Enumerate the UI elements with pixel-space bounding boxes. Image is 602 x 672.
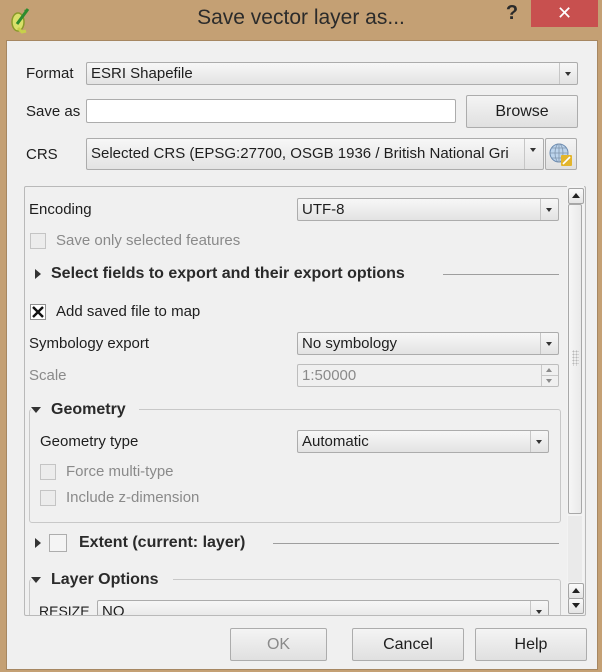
scroll-thumb[interactable] bbox=[568, 204, 582, 514]
encoding-label: Encoding bbox=[29, 201, 92, 218]
spin-up-icon[interactable] bbox=[541, 365, 558, 376]
extent-checkbox[interactable] bbox=[49, 534, 67, 552]
force-multi-checkbox[interactable] bbox=[40, 464, 56, 480]
select-fields-section[interactable]: Select fields to export and their export… bbox=[51, 265, 405, 283]
spin-down-icon[interactable] bbox=[541, 376, 558, 386]
include-z-checkbox[interactable] bbox=[40, 490, 56, 506]
globe-edit-icon bbox=[549, 143, 572, 166]
title-bar: Save vector layer as... ? ✕ bbox=[0, 0, 602, 40]
vertical-scrollbar[interactable] bbox=[567, 186, 584, 614]
divider bbox=[273, 543, 559, 544]
save-selected-checkbox[interactable] bbox=[30, 233, 46, 249]
add-to-map-label: Add saved file to map bbox=[56, 303, 201, 320]
scroll-track[interactable] bbox=[568, 516, 582, 582]
chevron-down-icon bbox=[530, 601, 548, 615]
dialog-body: Format ESRI Shapefile Save as Browse CRS… bbox=[6, 40, 598, 670]
include-z-label: Include z-dimension bbox=[66, 489, 200, 506]
check-x-icon bbox=[32, 306, 44, 318]
geometry-type-label: Geometry type bbox=[40, 433, 139, 450]
add-to-map-checkbox[interactable] bbox=[30, 304, 46, 320]
collapse-arrow-icon[interactable] bbox=[31, 577, 41, 583]
scale-label: Scale bbox=[29, 367, 67, 384]
scroll-up-button[interactable] bbox=[568, 188, 584, 204]
crs-combo[interactable]: Selected CRS (EPSG:27700, OSGB 1936 / Br… bbox=[86, 138, 544, 170]
encoding-combo[interactable]: UTF-8 bbox=[297, 198, 559, 221]
expand-arrow-icon[interactable] bbox=[35, 269, 41, 279]
close-button[interactable]: ✕ bbox=[531, 0, 598, 27]
expand-arrow-icon[interactable] bbox=[35, 538, 41, 548]
ok-button[interactable]: OK bbox=[230, 628, 327, 661]
browse-button[interactable]: Browse bbox=[466, 95, 578, 128]
resize-label: RESIZE bbox=[39, 603, 90, 616]
scale-value: 1:50000 bbox=[302, 367, 357, 384]
options-scroll-area: Encoding UTF-8 Save only selected featur… bbox=[24, 186, 586, 616]
grip-icon bbox=[572, 350, 579, 366]
scroll-up-button-bottom[interactable] bbox=[568, 583, 584, 599]
encoding-value: UTF-8 bbox=[302, 201, 345, 218]
format-label: Format bbox=[26, 65, 74, 82]
crs-label: CRS bbox=[26, 146, 58, 163]
chevron-down-icon bbox=[540, 333, 558, 354]
cancel-button[interactable]: Cancel bbox=[352, 628, 464, 661]
layer-options-title[interactable]: Layer Options bbox=[51, 571, 159, 589]
resize-value: NO bbox=[102, 603, 125, 616]
chevron-down-icon bbox=[559, 63, 577, 84]
scale-spinbox[interactable]: 1:50000 bbox=[297, 364, 559, 387]
geometry-title[interactable]: Geometry bbox=[51, 401, 126, 419]
force-multi-label: Force multi-type bbox=[66, 463, 174, 480]
help-button[interactable]: Help bbox=[475, 628, 587, 661]
divider bbox=[443, 274, 559, 275]
chevron-down-icon bbox=[540, 199, 558, 220]
collapse-arrow-icon[interactable] bbox=[31, 407, 41, 413]
chevron-down-icon bbox=[524, 139, 543, 169]
crs-value: Selected CRS (EPSG:27700, OSGB 1936 / Br… bbox=[91, 145, 509, 162]
help-question-button[interactable]: ? bbox=[500, 0, 524, 26]
save-selected-label: Save only selected features bbox=[56, 232, 241, 249]
scroll-down-button[interactable] bbox=[568, 598, 584, 614]
select-crs-button[interactable] bbox=[545, 138, 577, 170]
symbology-label: Symbology export bbox=[29, 335, 150, 352]
extent-section[interactable]: Extent (current: layer) bbox=[79, 534, 245, 552]
geometry-type-value: Automatic bbox=[302, 433, 369, 450]
geometry-type-combo[interactable]: Automatic bbox=[297, 430, 549, 453]
save-as-label: Save as bbox=[26, 103, 81, 120]
resize-combo[interactable]: NO bbox=[97, 600, 549, 616]
format-value: ESRI Shapefile bbox=[91, 65, 193, 82]
save-as-input[interactable] bbox=[86, 99, 456, 123]
symbology-combo[interactable]: No symbology bbox=[297, 332, 559, 355]
chevron-down-icon bbox=[530, 431, 548, 452]
symbology-value: No symbology bbox=[302, 335, 398, 352]
format-combo[interactable]: ESRI Shapefile bbox=[86, 62, 578, 85]
